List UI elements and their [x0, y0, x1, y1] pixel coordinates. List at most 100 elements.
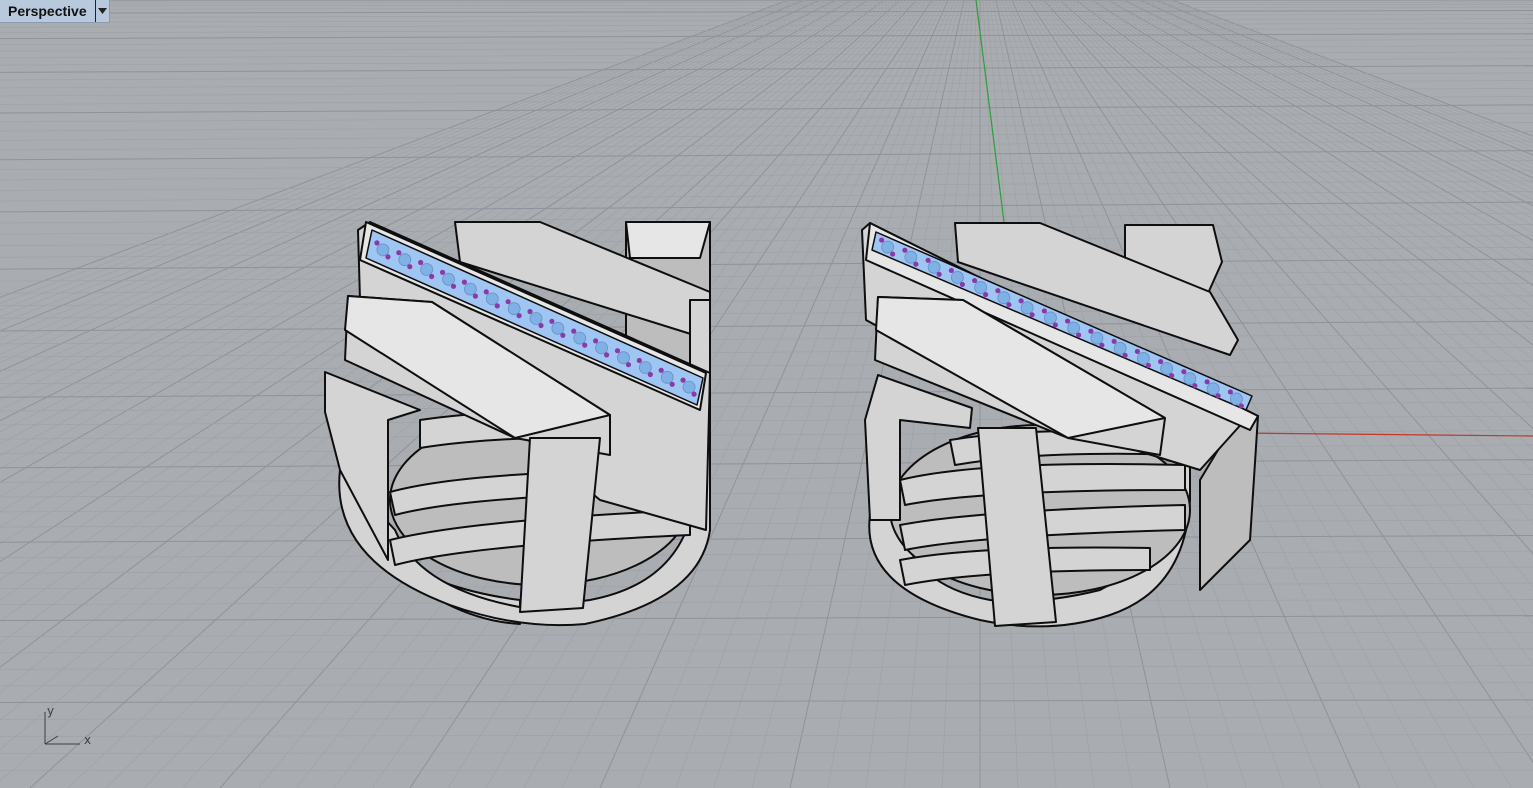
gem-prong	[1158, 358, 1164, 365]
gem-prong	[1145, 362, 1151, 369]
gem-stone	[551, 321, 565, 335]
gem-prong	[669, 381, 675, 387]
gem-prong	[1134, 348, 1140, 355]
gem-prong	[1227, 389, 1233, 395]
gem-prong	[1215, 393, 1221, 399]
gem-prong	[647, 371, 653, 378]
gem-stone	[573, 331, 587, 345]
gem-prong	[1041, 308, 1047, 314]
gem-prong	[691, 391, 697, 397]
gem-stone	[904, 250, 918, 264]
gem-prong	[429, 273, 435, 280]
gem-prong	[614, 348, 621, 354]
gem-prong	[1192, 383, 1198, 389]
gem-prong	[959, 281, 965, 288]
gem-prong	[604, 352, 610, 358]
gem-prong	[1122, 352, 1128, 358]
gem-prong	[1181, 369, 1187, 375]
gem-prong	[1088, 328, 1094, 334]
viewport-scene[interactable]	[0, 0, 1533, 788]
gem-prong	[925, 257, 931, 263]
gem-prong	[527, 308, 533, 315]
gem-prong	[936, 271, 942, 277]
gem-stone	[398, 253, 412, 267]
gem-prong	[1204, 379, 1210, 385]
gem-prong	[593, 338, 599, 344]
gem-stone	[529, 312, 543, 325]
gem-stone	[1229, 392, 1243, 406]
perspective-viewport[interactable]: Perspective x y	[0, 0, 1533, 788]
gem-prong	[472, 293, 478, 299]
gem-stone	[1043, 311, 1057, 325]
gem-stone	[595, 341, 608, 355]
gem-prong	[582, 342, 588, 348]
gem-stone	[1183, 372, 1197, 386]
gem-prong	[571, 328, 577, 334]
gem-prong	[461, 279, 467, 285]
gem-stone	[617, 351, 630, 365]
gem-stone	[974, 281, 988, 294]
gem-prong	[1065, 318, 1071, 324]
gem-prong	[902, 247, 908, 253]
gem-stone	[463, 282, 477, 296]
gem-prong	[396, 250, 402, 256]
axis-x-label: x	[84, 733, 92, 747]
gem-stone	[881, 240, 895, 254]
gem-prong	[983, 291, 989, 298]
gem-stone	[997, 291, 1011, 305]
gem-prong	[625, 362, 632, 368]
gem-prong	[879, 237, 885, 243]
gem-stone	[1090, 331, 1104, 345]
gem-prong	[439, 269, 446, 275]
gem-prong	[1029, 312, 1035, 318]
gem-prong	[972, 277, 978, 284]
gem-prong	[1006, 302, 1012, 308]
gem-stone	[1020, 301, 1034, 315]
gem-prong	[1238, 403, 1244, 409]
gem-stone	[1160, 362, 1174, 375]
gem-prong	[1052, 322, 1058, 328]
viewport-title[interactable]: Perspective	[0, 0, 95, 22]
gem-prong	[890, 251, 896, 257]
gem-prong	[418, 259, 424, 266]
gem-stone	[927, 260, 941, 274]
gem-prong	[560, 332, 566, 338]
gem-stone	[950, 271, 964, 284]
gem-prong	[658, 367, 664, 373]
gem-prong	[1111, 338, 1117, 344]
gem-stone	[1113, 341, 1127, 355]
gem-stone	[485, 292, 499, 306]
gem-prong	[407, 264, 413, 270]
gem-prong	[995, 288, 1001, 294]
gem-prong	[1099, 342, 1105, 348]
gem-stone	[442, 272, 455, 286]
gem-prong	[374, 240, 380, 246]
gem-prong	[948, 267, 954, 274]
gem-stone	[660, 370, 674, 384]
gem-prong	[680, 377, 686, 383]
gem-stone	[1136, 352, 1150, 365]
gem-prong	[538, 322, 544, 329]
gem-prong	[636, 357, 642, 364]
triangle-down-icon	[97, 8, 107, 14]
gem-stone	[682, 380, 696, 394]
gem-prong	[913, 261, 919, 267]
gem-stone	[376, 243, 390, 257]
gem-stone	[507, 302, 521, 316]
viewport-menu-button[interactable]	[94, 0, 109, 22]
ring-left-back-block-top	[625, 221, 711, 259]
gem-stone	[1067, 321, 1081, 335]
viewport-title-tab[interactable]: Perspective	[0, 0, 110, 23]
viewport-background	[0, 0, 1533, 788]
gem-prong	[494, 303, 500, 309]
gem-prong	[549, 318, 555, 324]
gem-prong	[1018, 298, 1024, 304]
gem-prong	[450, 283, 457, 289]
gem-stone	[420, 263, 434, 276]
gem-prong	[385, 254, 391, 260]
gem-stone	[1206, 382, 1220, 396]
gem-stone	[638, 361, 652, 374]
gem-prong	[505, 299, 511, 305]
gem-prong	[516, 313, 522, 319]
gem-prong	[483, 289, 489, 295]
